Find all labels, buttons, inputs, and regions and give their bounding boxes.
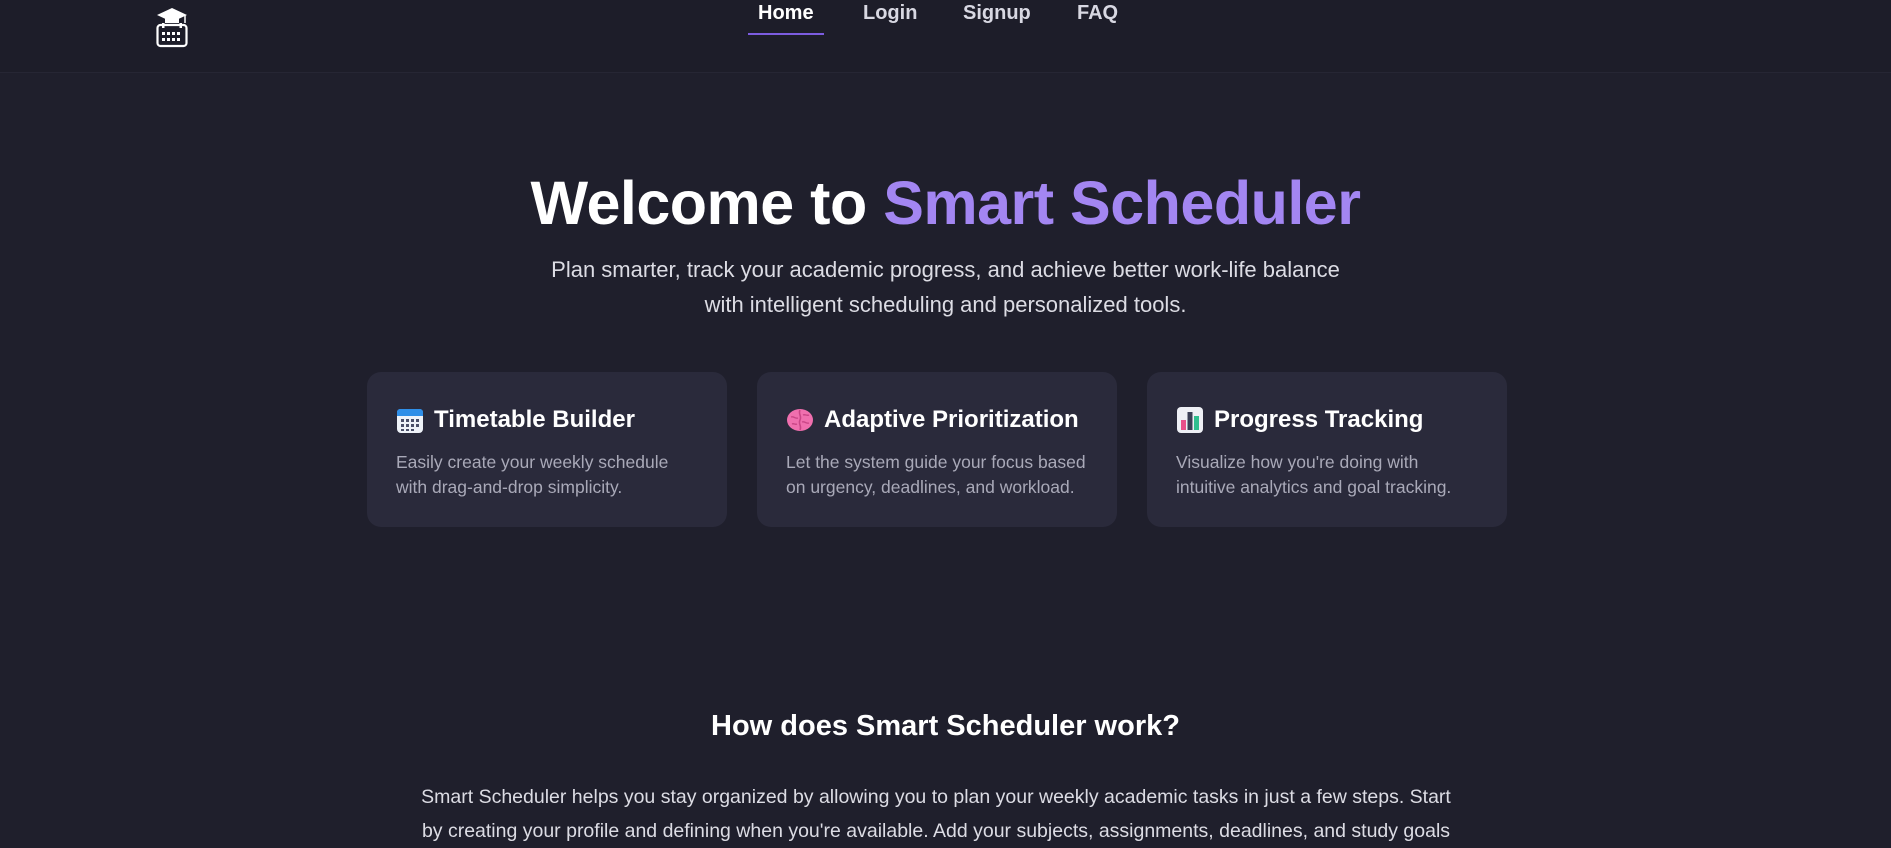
feature-card-description: Let the system guide your focus based on… [786,452,1086,497]
nav-link-login[interactable]: Login [853,0,927,33]
hero-title: Welcome to Smart Scheduler [0,168,1891,238]
hero-subtitle-line-1: Plan smarter, track your academic progre… [551,257,1340,282]
feature-card-title-text: Timetable Builder [434,406,635,433]
feature-card-title-text: Progress Tracking [1214,406,1424,433]
feature-card-title-text: Adaptive Prioritization [824,406,1079,433]
bar-chart-icon [1177,407,1203,433]
nav-link-signup[interactable]: Signup [953,0,1041,33]
how-it-works-text: Smart Scheduler helps you stay organized… [421,786,1451,842]
feature-card-description: Easily create your weekly schedule with … [396,452,669,497]
brain-icon [787,409,813,431]
feature-card-title: Progress Tracking [1176,406,1479,434]
feature-card-description: Visualize how you're doing with intuitiv… [1176,452,1452,497]
navbar: Home Login Signup FAQ [0,0,1891,73]
calendar-icon [397,409,423,433]
feature-card-title: Timetable Builder [396,406,699,434]
hero-subtitle: Plan smarter, track your academic progre… [0,252,1891,322]
hero-title-accent: Smart Scheduler [883,169,1361,237]
calendar-graduation-cap-icon[interactable] [155,6,189,48]
hero-subtitle-line-2: with intelligent scheduling and personal… [704,292,1187,317]
how-it-works-title: How does Smart Scheduler work? [711,710,1180,742]
nav-link-faq[interactable]: FAQ [1067,0,1128,33]
feature-card-progress[interactable]: Progress Tracking Visualize how you're d… [1147,372,1507,527]
feature-card-timetable[interactable]: Timetable Builder Easily create your wee… [367,372,727,527]
feature-card-title: Adaptive Prioritization [786,406,1089,434]
hero-title-prefix: Welcome to [530,169,884,237]
feature-card-prioritization[interactable]: Adaptive Prioritization Let the system g… [757,372,1117,527]
nav-link-home[interactable]: Home [748,0,824,35]
